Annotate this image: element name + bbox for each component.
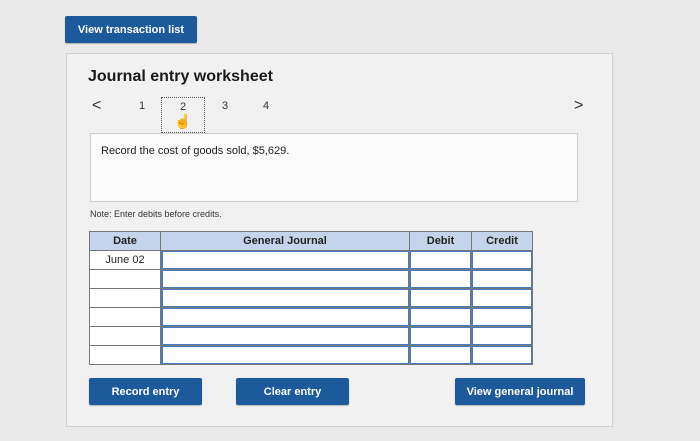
page-2-tab[interactable]: 2 ☝ — [161, 97, 205, 133]
date-cell[interactable] — [89, 307, 161, 327]
prev-chevron-icon[interactable]: < — [92, 97, 101, 115]
page-2-label: 2 — [179, 101, 187, 113]
credit-cell[interactable] — [471, 345, 533, 365]
table-row — [89, 269, 533, 289]
account-input[interactable] — [161, 251, 409, 269]
table-row — [89, 326, 533, 346]
description-box — [90, 133, 578, 202]
table-row: June 02 — [89, 250, 533, 270]
page-1-tab[interactable]: 1 — [139, 100, 145, 112]
credit-cell[interactable] — [471, 250, 533, 270]
clear-entry-button[interactable]: Clear entry — [236, 378, 349, 405]
header-credit: Credit — [471, 231, 533, 251]
credit-cell[interactable] — [471, 307, 533, 327]
debit-input[interactable] — [410, 308, 471, 326]
debit-cell[interactable] — [409, 288, 472, 308]
debit-cell[interactable] — [409, 250, 472, 270]
credit-input[interactable] — [472, 327, 532, 345]
date-cell[interactable] — [89, 326, 161, 346]
account-input[interactable] — [161, 289, 409, 307]
debit-input[interactable] — [410, 327, 471, 345]
account-cell[interactable] — [160, 326, 410, 346]
credit-input[interactable] — [472, 308, 532, 326]
debit-cell[interactable] — [409, 326, 472, 346]
header-date: Date — [89, 231, 161, 251]
credit-cell[interactable] — [471, 326, 533, 346]
record-entry-button[interactable]: Record entry — [89, 378, 202, 405]
view-transaction-list-button[interactable]: View transaction list — [65, 16, 197, 43]
account-input[interactable] — [161, 346, 409, 364]
debit-cell[interactable] — [409, 269, 472, 289]
journal-table: Date General Journal Debit Credit June 0… — [89, 231, 533, 365]
header-general-journal: General Journal — [160, 231, 410, 251]
description-text: Record the cost of goods sold, $5,629. — [101, 145, 290, 157]
table-row — [89, 345, 533, 365]
account-input[interactable] — [161, 270, 409, 288]
date-cell[interactable]: June 02 — [89, 250, 161, 270]
debit-cell[interactable] — [409, 345, 472, 365]
view-general-journal-button[interactable]: View general journal — [455, 378, 585, 405]
account-cell[interactable] — [160, 307, 410, 327]
credit-cell[interactable] — [471, 288, 533, 308]
date-cell[interactable] — [89, 345, 161, 365]
credit-cell[interactable] — [471, 269, 533, 289]
date-cell[interactable] — [89, 288, 161, 308]
table-row — [89, 307, 533, 327]
credit-input[interactable] — [472, 251, 532, 269]
table-row — [89, 288, 533, 308]
debit-input[interactable] — [410, 289, 471, 307]
debit-cell[interactable] — [409, 307, 472, 327]
hand-pointer-icon: ☝ — [174, 113, 192, 129]
account-cell[interactable] — [160, 250, 410, 270]
next-chevron-icon[interactable]: > — [574, 97, 583, 115]
debit-input[interactable] — [410, 270, 471, 288]
account-input[interactable] — [161, 308, 409, 326]
page-4-tab[interactable]: 4 — [263, 100, 269, 112]
header-debit: Debit — [409, 231, 472, 251]
credit-input[interactable] — [472, 346, 532, 364]
account-cell[interactable] — [160, 345, 410, 365]
debit-input[interactable] — [410, 346, 471, 364]
account-cell[interactable] — [160, 288, 410, 308]
debit-input[interactable] — [410, 251, 471, 269]
credit-input[interactable] — [472, 289, 532, 307]
credit-input[interactable] — [472, 270, 532, 288]
page-3-tab[interactable]: 3 — [222, 100, 228, 112]
date-cell[interactable] — [89, 269, 161, 289]
note-text: Note: Enter debits before credits. — [90, 209, 222, 219]
account-input[interactable] — [161, 327, 409, 345]
worksheet-title: Journal entry worksheet — [88, 68, 273, 85]
account-cell[interactable] — [160, 269, 410, 289]
